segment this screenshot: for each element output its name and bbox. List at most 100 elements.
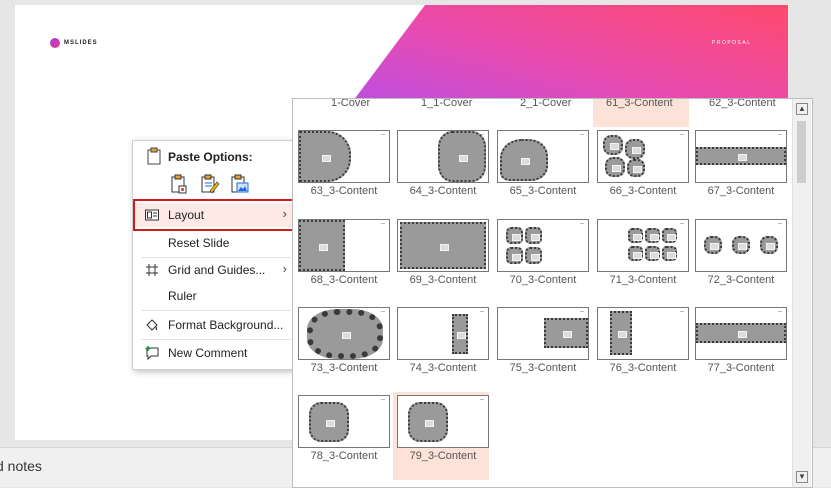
layout-thumbnail[interactable]: 66_3-Content bbox=[593, 127, 689, 209]
layout-preview bbox=[695, 307, 787, 360]
format-background-icon bbox=[146, 319, 158, 331]
layout-thumbnail[interactable]: 68_3-Content bbox=[294, 216, 390, 298]
placeholder-shape bbox=[307, 309, 383, 359]
paste-keep-source-formatting-icon[interactable] bbox=[198, 173, 220, 195]
placeholder-shape bbox=[506, 227, 523, 244]
layout-thumbnail[interactable]: 72_3-Content bbox=[691, 216, 787, 298]
menu-item-grid-and-guides[interactable]: Grid and Guides... › bbox=[134, 258, 295, 282]
layout-preview bbox=[298, 395, 390, 448]
gallery-item-label[interactable]: 2_1-Cover bbox=[520, 99, 571, 109]
layout-preview bbox=[298, 219, 390, 272]
menu-item-label: Grid and Guides... bbox=[168, 263, 266, 277]
placeholder-shape bbox=[603, 135, 623, 155]
layout-thumbnail[interactable]: 64_3-Content bbox=[393, 127, 489, 209]
layout-thumbnail[interactable]: 63_3-Content bbox=[294, 127, 390, 209]
placeholder-shape bbox=[645, 246, 660, 261]
layout-thumbnail[interactable]: 76_3-Content bbox=[593, 304, 689, 386]
layout-preview bbox=[298, 307, 390, 360]
menu-item-new-comment[interactable]: New Comment bbox=[134, 341, 295, 365]
layout-thumbnail[interactable]: 77_3-Content bbox=[691, 304, 787, 386]
layout-name: 72_3-Content bbox=[707, 274, 775, 286]
layout-name: 73_3-Content bbox=[310, 362, 378, 374]
layout-thumbnail[interactable]: 70_3-Content bbox=[493, 216, 589, 298]
menu-separator bbox=[141, 339, 291, 340]
new-comment-icon bbox=[145, 346, 159, 361]
placeholder-shape bbox=[732, 236, 750, 254]
placeholder-shape bbox=[760, 236, 778, 254]
gallery-item-label[interactable]: 1-Cover bbox=[331, 99, 370, 109]
placeholder-shape bbox=[452, 314, 468, 354]
layout-name: 65_3-Content bbox=[509, 185, 577, 197]
layout-name: 68_3-Content bbox=[310, 274, 378, 286]
menu-item-label: Format Background... bbox=[168, 318, 284, 332]
placeholder-shape bbox=[662, 246, 677, 261]
grid-icon bbox=[146, 264, 158, 276]
layout-preview bbox=[497, 219, 589, 272]
placeholder-shape bbox=[299, 220, 345, 271]
layout-preview bbox=[695, 130, 787, 183]
menu-item-ruler[interactable]: Ruler bbox=[134, 284, 295, 308]
layout-thumbnail[interactable]: 73_3-Content bbox=[294, 304, 390, 386]
paste-icon bbox=[147, 147, 161, 165]
scroll-up-icon[interactable]: ▲ bbox=[796, 103, 808, 115]
layout-preview bbox=[597, 307, 689, 360]
placeholder-shape bbox=[696, 323, 786, 343]
layout-preview bbox=[397, 307, 489, 360]
placeholder-shape bbox=[645, 228, 660, 243]
layout-thumbnail[interactable]: 71_3-Content bbox=[593, 216, 689, 298]
paste-use-destination-theme-icon[interactable] bbox=[168, 173, 190, 195]
layout-thumbnail[interactable]: 67_3-Content bbox=[691, 127, 787, 209]
menu-item-format-background[interactable]: Format Background... bbox=[134, 313, 295, 337]
gallery-item-label[interactable]: 61_3-Content bbox=[606, 99, 673, 109]
layout-item-highlight bbox=[133, 199, 294, 231]
menu-separator bbox=[141, 310, 291, 311]
layout-name: 71_3-Content bbox=[609, 274, 677, 286]
paste-options-title: Paste Options: bbox=[168, 150, 253, 164]
layout-preview bbox=[597, 219, 689, 272]
layout-preview bbox=[397, 130, 489, 183]
layout-gallery: 1-Cover 1_1-Cover 2_1-Cover 61_3-Content… bbox=[292, 98, 813, 488]
layout-thumbnail[interactable]: 75_3-Content bbox=[493, 304, 589, 386]
placeholder-shape bbox=[696, 147, 786, 165]
placeholder-shape bbox=[628, 246, 643, 261]
menu-item-label: Reset Slide bbox=[168, 236, 230, 250]
placeholder-shape bbox=[627, 159, 645, 177]
layout-name: 63_3-Content bbox=[310, 185, 378, 197]
slide-logo: MSLIDES bbox=[50, 38, 98, 48]
placeholder-shape bbox=[625, 139, 645, 159]
layout-preview bbox=[298, 130, 390, 183]
placeholder-shape bbox=[628, 228, 643, 243]
placeholder-shape bbox=[400, 222, 486, 269]
layout-thumbnail[interactable]: 74_3-Content bbox=[393, 304, 489, 386]
scroll-thumb[interactable] bbox=[797, 121, 806, 183]
layout-name: 64_3-Content bbox=[409, 185, 477, 197]
layout-preview bbox=[695, 219, 787, 272]
notes-placeholder: d notes bbox=[0, 458, 42, 474]
gallery-item-label[interactable]: 1_1-Cover bbox=[421, 99, 472, 109]
gallery-scrollbar[interactable]: ▲ ▼ bbox=[792, 99, 811, 487]
layout-thumbnail[interactable]: 65_3-Content bbox=[493, 127, 589, 209]
placeholder-shape bbox=[500, 139, 548, 181]
placeholder-shape bbox=[544, 318, 588, 348]
placeholder-shape bbox=[506, 247, 523, 264]
layout-name: 70_3-Content bbox=[509, 274, 577, 286]
layout-thumbnail[interactable]: 78_3-Content bbox=[294, 392, 390, 474]
placeholder-shape bbox=[408, 402, 448, 442]
placeholder-shape bbox=[525, 247, 542, 264]
placeholder-shape bbox=[610, 311, 632, 355]
submenu-arrow-icon: › bbox=[282, 261, 287, 276]
logo-text: MSLIDES bbox=[64, 40, 98, 46]
scroll-down-icon[interactable]: ▼ bbox=[796, 471, 808, 483]
layout-thumbnail[interactable]: 69_3-Content bbox=[393, 216, 489, 298]
layout-name: 75_3-Content bbox=[509, 362, 577, 374]
layout-thumbnail-selected[interactable]: 79_3-Content bbox=[393, 392, 489, 480]
paste-picture-icon[interactable] bbox=[228, 173, 250, 195]
paste-options-row bbox=[168, 173, 250, 195]
logo-mark-icon bbox=[50, 38, 60, 48]
context-menu: Paste Options: Layout › Reset Slide Grid… bbox=[132, 140, 297, 370]
gallery-item-label[interactable]: 62_3-Content bbox=[709, 99, 776, 109]
menu-item-reset-slide[interactable]: Reset Slide bbox=[134, 231, 295, 255]
placeholder-shape bbox=[438, 131, 486, 182]
layout-name: 77_3-Content bbox=[707, 362, 775, 374]
placeholder-shape bbox=[605, 157, 625, 177]
